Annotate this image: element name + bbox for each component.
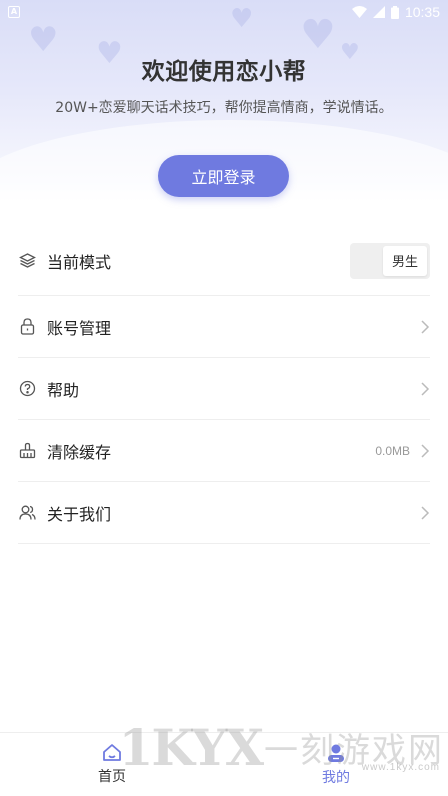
chevron-right-icon xyxy=(421,505,430,520)
menu-item-label: 当前模式 xyxy=(47,252,112,272)
cache-size: 0.0MB xyxy=(375,443,410,458)
users-icon xyxy=(18,504,36,522)
tab-label: 首页 xyxy=(98,769,126,785)
welcome-subtitle: 20W+恋爱聊天话术技巧，帮你提高情商，学说情话。 xyxy=(55,100,393,116)
home-icon xyxy=(103,744,121,761)
gender-selected-option[interactable]: 男生 xyxy=(383,245,427,276)
tab-label: 我的 xyxy=(322,769,350,786)
help-icon xyxy=(18,380,36,398)
gender-mode-toggle[interactable]: 男生 xyxy=(350,242,430,279)
chevron-right-icon xyxy=(421,443,430,458)
menu-item-label: 关于我们 xyxy=(47,504,112,524)
chevron-right-icon xyxy=(421,381,430,396)
settings-menu: 当前模式 男生 账号管理 帮助 清除缓存 0.0MB 关于我们 xyxy=(18,226,430,544)
menu-item-mode: 当前模式 男生 xyxy=(18,226,430,296)
wifi-icon xyxy=(351,6,367,18)
menu-item-label: 清除缓存 xyxy=(47,442,112,462)
menu-item-clear-cache[interactable]: 清除缓存 0.0MB xyxy=(18,420,430,482)
broom-icon xyxy=(18,442,36,460)
menu-item-about[interactable]: 关于我们 xyxy=(18,482,430,544)
lock-icon xyxy=(18,318,36,336)
menu-item-label: 账号管理 xyxy=(47,318,112,338)
login-button[interactable]: 立即登录 xyxy=(158,155,289,197)
status-time: 10:35 xyxy=(404,4,440,20)
watermark-url: www.1kyx.com xyxy=(361,762,440,773)
status-bar: A 10:35 xyxy=(0,0,448,24)
battery-icon xyxy=(390,5,399,19)
chevron-right-icon xyxy=(421,319,430,334)
layers-icon xyxy=(18,252,36,270)
welcome-title: 欢迎使用恋小帮 xyxy=(141,59,307,85)
menu-item-label: 帮助 xyxy=(47,380,80,400)
menu-item-account[interactable]: 账号管理 xyxy=(18,296,430,358)
user-icon xyxy=(328,744,344,762)
tab-home[interactable]: 首页 xyxy=(0,733,224,796)
menu-item-help[interactable]: 帮助 xyxy=(18,358,430,420)
signal-icon xyxy=(372,6,385,18)
app-badge-icon: A xyxy=(8,6,20,18)
